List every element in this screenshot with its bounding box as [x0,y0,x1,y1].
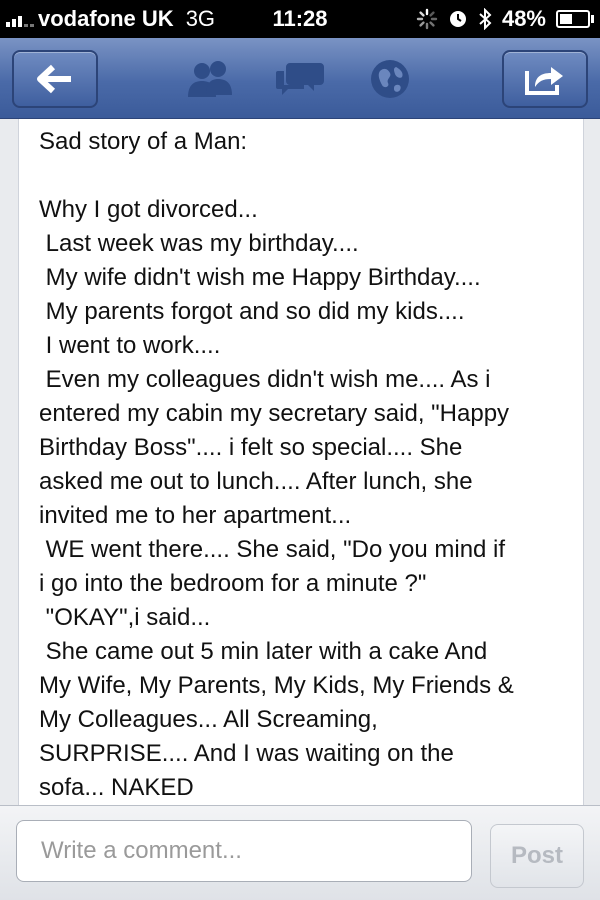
comment-input[interactable] [16,820,472,882]
post-line: She came out 5 min later with a cake And [39,638,488,665]
activity-spinner-icon [416,8,438,30]
nav-icon-group [180,56,420,102]
post-line: ​ [39,159,565,193]
friend-requests-button[interactable] [180,56,240,102]
post-line: i go into the bedroom for a minute ?" [39,570,427,597]
post-line: Even my colleagues didn't wish me.... As… [39,366,491,393]
messages-icon [276,63,324,95]
post-line: asked me out to lunch.... After lunch, s… [39,468,473,495]
post-line: Why I got divorced... [39,196,258,223]
post-line: My Wife, My Parents, My Kids, My Friends… [39,672,514,699]
post-card: Sad story of a Man: ​ Why I got divorced… [18,119,584,805]
post-body: Sad story of a Man: ​ Why I got divorced… [39,125,565,805]
post-line: sofa... NAKED [39,774,194,801]
battery-percentage: 48% [501,6,546,31]
post-line: My wife didn't wish me Happy Birthday...… [39,264,481,291]
post-line: WE went there.... She said, "Do you mind… [39,536,506,563]
share-button[interactable] [502,50,588,108]
post-comment-button[interactable]: Post [490,824,584,888]
facebook-app-screen: vodafone UK 3G 11:28 48% Sad story of a … [0,0,600,900]
notifications-button[interactable] [360,56,420,102]
post-line: "OKAY",i said... [39,604,211,631]
alarm-icon [449,11,466,27]
bluetooth-icon [479,8,492,30]
post-line: My Colleagues... All Screaming, [39,706,378,733]
comment-bar: Post [0,805,600,900]
status-bar: vodafone UK 3G 11:28 48% [0,0,600,38]
post-line: Last week was my birthday.... [39,230,359,257]
post-line: Birthday Boss".... i felt so special....… [39,434,463,461]
notifications-globe-icon [371,60,409,98]
post-line: SURPRISE.... And I was waiting on the [39,740,454,767]
back-button[interactable] [12,50,98,108]
post-line: I went to work.... [39,332,221,359]
friends-icon [188,61,232,97]
back-arrow-icon [37,64,71,94]
share-icon [525,67,563,95]
messages-button[interactable] [270,56,330,102]
post-line: My parents forgot and so did my kids.... [39,298,465,325]
post-line: entered my cabin my secretary said, "Hap… [39,400,510,427]
battery-icon [556,10,594,28]
post-line: Sad story of a Man: [39,128,248,155]
post-line: invited me to her apartment... [39,502,352,529]
navigation-bar [0,38,600,119]
